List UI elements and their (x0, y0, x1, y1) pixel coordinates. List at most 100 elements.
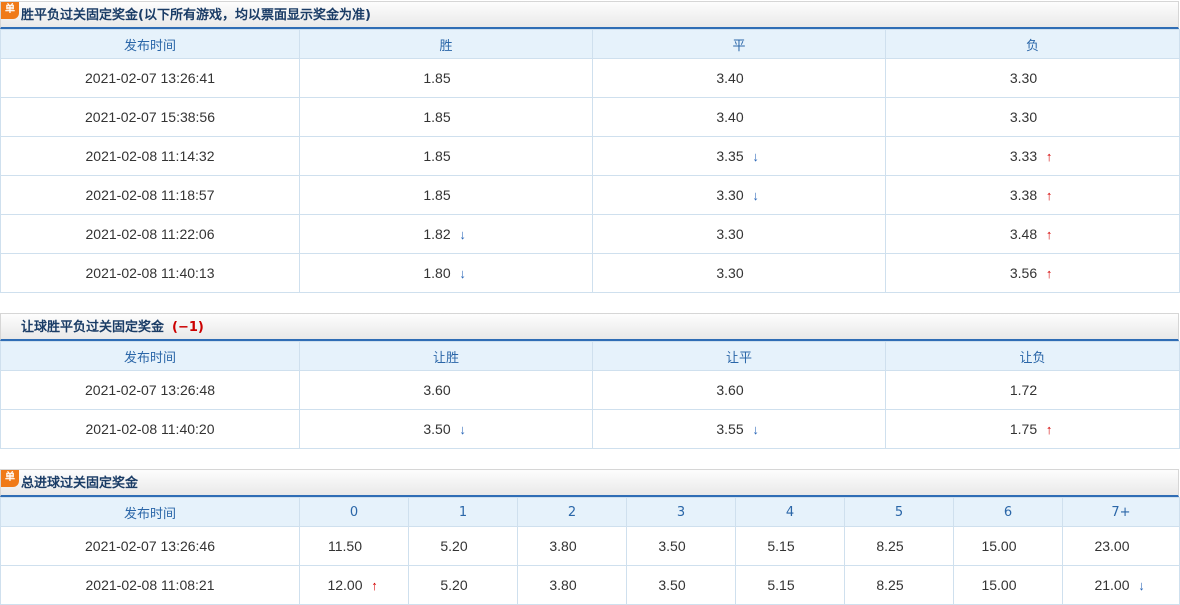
odds-cell: 5.15 (735, 565, 845, 605)
single-badge-icon: 单 (1, 2, 19, 19)
odds-cell: 1.85 (299, 136, 593, 176)
odds-cell: 3.30 ↓ (592, 175, 886, 215)
publish-time: 2021-02-08 11:40:13 (85, 265, 215, 281)
handicap-section: 让球胜平负过关固定奖金 (−1) 发布时间 让胜 让平 让负 2021-02-07… (0, 313, 1180, 449)
arrow-down-icon: ↓ (459, 266, 466, 281)
publish-time-cell: 2021-02-08 11:40:13 (0, 253, 300, 293)
publish-time-cell: 2021-02-07 13:26:46 (0, 526, 300, 566)
column-header: 2 (517, 497, 627, 527)
table-row: 2021-02-07 13:26:46 11.50 5.20 3.80 3.50 5.15… (0, 526, 1180, 566)
cell-content: 5.15 (767, 577, 812, 593)
table-header-row: 发布时间 0 1 2 3 4 5 6 7+ (0, 497, 1180, 527)
odds-value: 3.50 (423, 421, 451, 437)
publish-time-cell: 2021-02-08 11:18:57 (0, 175, 300, 215)
cell-content: 3.48 ↑ (1010, 226, 1055, 242)
cell-content: 1.85 (423, 70, 468, 86)
cell-content: 5.20 (440, 538, 485, 554)
cell-content: 3.30 (1010, 70, 1055, 86)
odds-value: 3.50 (658, 577, 686, 593)
odds-value: 21.00 (1094, 577, 1130, 593)
odds-cell: 3.30 (592, 253, 886, 293)
odds-value: 15.00 (981, 538, 1017, 554)
publish-time: 2021-02-07 13:26:48 (85, 382, 215, 398)
odds-cell: 3.40 (592, 58, 886, 98)
odds-cell: 15.00 (953, 565, 1063, 605)
odds-cell: 3.30 (885, 58, 1180, 98)
cell-content: 11.50 (328, 538, 380, 554)
odds-value: 3.56 (1009, 265, 1038, 281)
cell-content: 2021-02-07 13:26:46 (85, 538, 215, 554)
section-title: 让球胜平负过关固定奖金 (21, 320, 165, 335)
cell-content: 21.00 ↓ (1094, 577, 1147, 593)
odds-value: 3.30 (1009, 109, 1038, 125)
table-row: 2021-02-08 11:22:06 1.82 ↓ 3.30 3.48 ↑ (0, 214, 1180, 254)
table-body: 2021-02-07 13:26:41 1.85 3.40 3.30 2021-02-0… (0, 58, 1180, 293)
column-header: 胜 (299, 29, 593, 59)
odds-cell: 3.40 (592, 97, 886, 137)
odds-value: 1.85 (423, 109, 451, 125)
odds-value: 3.33 (1009, 148, 1038, 164)
odds-cell: 3.60 (299, 370, 593, 410)
arrow-up-icon: ↑ (1045, 266, 1053, 281)
table-header-row: 发布时间 胜 平 负 (0, 29, 1180, 59)
cell-content: 1.80 ↓ (423, 265, 468, 281)
odds-table: 发布时间 胜 平 负 2021-02-07 13:26:41 1.85 3.40 3.… (0, 29, 1180, 293)
cell-content: 3.30 (716, 265, 761, 281)
cell-content: 2021-02-08 11:40:20 (86, 421, 215, 437)
odds-cell: 21.00 ↓ (1062, 565, 1180, 605)
publish-time: 2021-02-07 13:26:41 (85, 70, 215, 86)
cell-content: 3.80 (549, 577, 594, 593)
publish-time: 2021-02-08 11:08:21 (85, 577, 215, 593)
column-header: 发布时间 (0, 497, 300, 527)
odds-value: 23.00 (1094, 538, 1130, 554)
arrow-down-icon: ↓ (459, 422, 466, 437)
odds-cell: 3.56 ↑ (885, 253, 1180, 293)
odds-table: 发布时间 让胜 让平 让负 2021-02-07 13:26:48 3.60 3.6… (0, 341, 1180, 449)
cell-content: 3.50 (658, 577, 703, 593)
cell-content: 5.15 (767, 538, 812, 554)
column-header: 7+ (1062, 497, 1180, 527)
publish-time-cell: 2021-02-07 13:26:48 (0, 370, 300, 410)
odds-value: 3.60 (716, 382, 744, 398)
section-title: 总进球过关固定奖金 (21, 476, 139, 491)
cell-content: 2021-02-08 11:08:21 (86, 577, 215, 593)
odds-cell: 3.55 ↓ (592, 409, 886, 449)
arrow-down-icon: ↓ (752, 188, 759, 203)
odds-cell: 1.85 (299, 58, 593, 98)
cell-content: 3.40 (716, 109, 761, 125)
cell-content: 1.72 (1010, 382, 1055, 398)
odds-cell: 11.50 (299, 526, 409, 566)
odds-value: 1.85 (423, 70, 451, 86)
odds-cell: 3.80 (517, 526, 627, 566)
column-header: 让胜 (299, 341, 593, 371)
cell-content: 1.85 (423, 148, 468, 164)
table-row: 2021-02-08 11:18:57 1.85 3.30 ↓ 3.38 ↑ (0, 175, 1180, 215)
column-header: 1 (408, 497, 518, 527)
cell-content: 3.56 ↑ (1010, 265, 1055, 281)
column-header: 负 (885, 29, 1180, 59)
odds-value: 1.85 (423, 187, 451, 203)
arrow-up-icon: ↑ (1045, 188, 1053, 203)
win-draw-loss-section: 单 胜平负过关固定奖金(以下所有游戏，均以票面显示奖金为准) 发布时间 胜 平 … (0, 1, 1180, 293)
odds-value: 3.50 (658, 538, 686, 554)
odds-value: 8.25 (876, 577, 904, 593)
arrow-down-icon: ↓ (752, 422, 759, 437)
odds-cell: 8.25 (844, 526, 954, 566)
arrow-down-icon: ↓ (1138, 578, 1145, 593)
cell-content: 3.30 (716, 226, 761, 242)
cell-content: 2021-02-08 11:40:13 (86, 265, 215, 281)
arrow-up-icon: ↑ (1045, 149, 1053, 164)
odds-cell: 3.35 ↓ (592, 136, 886, 176)
cell-content: 12.00 ↑ (327, 577, 380, 593)
odds-cell: 5.20 (408, 565, 518, 605)
odds-value: 1.72 (1009, 382, 1038, 398)
publish-time-cell: 2021-02-08 11:08:21 (0, 565, 300, 605)
odds-value: 3.30 (1009, 70, 1038, 86)
table-row: 2021-02-08 11:14:32 1.85 3.35 ↓ 3.33 ↑ (0, 136, 1180, 176)
odds-value: 5.15 (767, 577, 795, 593)
cell-content: 3.50 ↓ (423, 421, 468, 437)
odds-value: 3.48 (1009, 226, 1038, 242)
section-header: 让球胜平负过关固定奖金 (−1) (0, 313, 1179, 341)
cell-content: 3.30 (1010, 109, 1055, 125)
column-header: 5 (844, 497, 954, 527)
